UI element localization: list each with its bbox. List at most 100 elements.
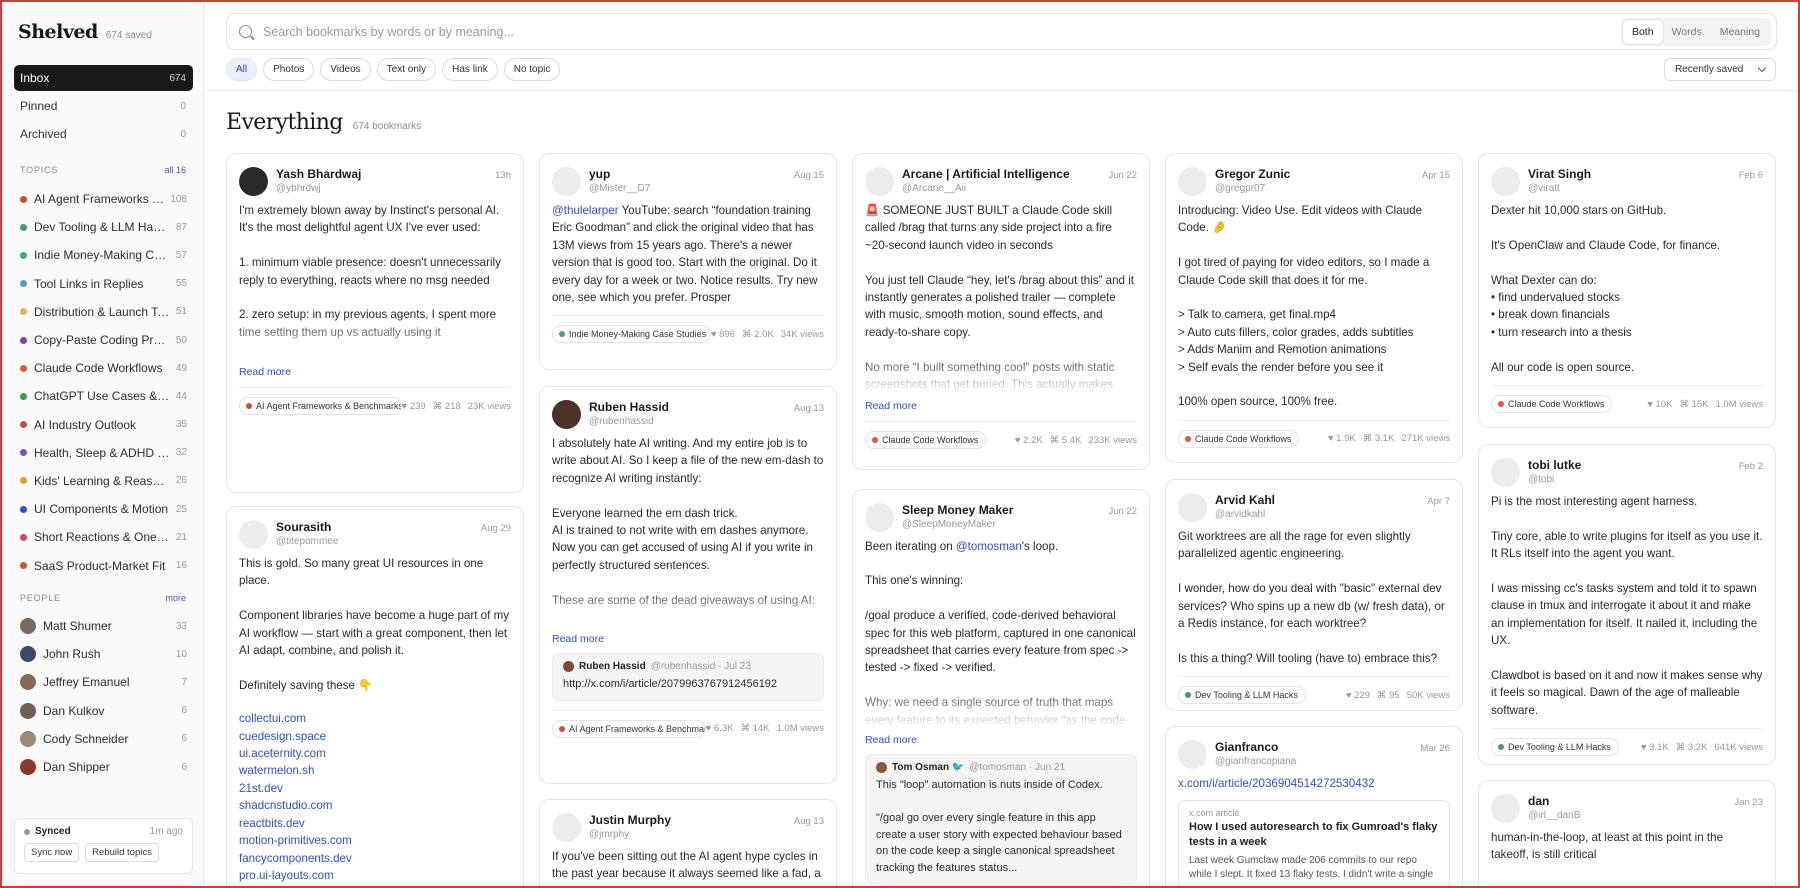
topic-tag[interactable]: Claude Code Workflows — [1491, 395, 1613, 414]
filter-no-topic[interactable]: No topic — [503, 58, 561, 81]
mode-both[interactable]: Both — [1622, 19, 1663, 44]
topic-item[interactable]: Short Reactions & One-Liners 21 — [14, 523, 193, 551]
read-more-link[interactable]: Read more — [865, 400, 1137, 412]
author-name[interactable]: Sleep Money Maker — [902, 503, 1108, 518]
topic-tag[interactable]: Indie Money-Making Case Studies — [552, 325, 711, 344]
topic-tag-label: Indie Money-Making Case Studies — [569, 329, 707, 340]
bookmark-card[interactable]: Gregor Zunic @gregpr07 Apr 15 Introducing… — [1165, 153, 1463, 463]
topic-item[interactable]: AI Industry Outlook 35 — [14, 411, 193, 439]
topic-item[interactable]: Dev Tooling & LLM Hacks 87 — [14, 213, 193, 241]
nav-item-archived[interactable]: Archived 0 — [14, 121, 193, 147]
topic-item[interactable]: UI Components & Motion 25 — [14, 495, 193, 523]
mode-meaning[interactable]: Meaning — [1711, 20, 1769, 44]
topic-item[interactable]: Indie Money-Making Case Studies 57 — [14, 241, 193, 269]
author-handle: @arvidkahl — [1215, 509, 1266, 520]
resource-link[interactable]: fancycomponents.dev — [239, 850, 511, 867]
topic-item[interactable]: ChatGPT Use Cases & Setups 44 — [14, 382, 193, 410]
author-name[interactable]: Arcane | Artificial Intelligence — [902, 167, 1108, 182]
topic-item[interactable]: Health, Sleep & ADHD Hacks 32 — [14, 439, 193, 467]
topic-tag[interactable]: Claude Code Workflows — [1178, 429, 1300, 448]
author-name[interactable]: yup — [589, 167, 794, 182]
filter-text-only[interactable]: Text only — [376, 58, 437, 81]
bookmark-card[interactable]: Justin Murphy @jmrphy Aug 13 If you've be… — [539, 799, 837, 888]
author-handle: @jmrphy — [589, 829, 630, 840]
nav-item-inbox[interactable]: Inbox 674 — [14, 65, 193, 91]
resource-link[interactable]: watermelon.sh — [239, 762, 511, 779]
author-name[interactable]: Justin Murphy — [589, 813, 794, 828]
author-name[interactable]: Ruben Hassid — [589, 400, 794, 415]
filter-has-link[interactable]: Has link — [442, 58, 498, 81]
resource-link[interactable]: pro.ui-layouts.com — [239, 867, 511, 884]
person-item[interactable]: Jeffrey Emanuel 7 — [14, 668, 193, 696]
bookmark-card[interactable]: Yash Bhardwaj @ybhrdwj 13h I'm extremely … — [226, 153, 524, 493]
avatar — [20, 674, 36, 691]
post-date: 13h — [495, 170, 511, 181]
author-name[interactable]: Gregor Zunic — [1215, 167, 1422, 182]
quoted-post[interactable]: Ruben Hassid @rubenhassid · Jul 23 http:/… — [552, 653, 824, 701]
author-name[interactable]: Sourasith — [276, 520, 481, 535]
article-link[interactable]: x.com/i/article/2036904514272530432 — [1178, 777, 1375, 790]
topic-item[interactable]: Copy-Paste Coding Prompts 50 — [14, 326, 193, 354]
read-more-link[interactable]: Read more — [552, 633, 824, 645]
mode-words[interactable]: Words — [1663, 20, 1711, 44]
bookmark-card[interactable]: Ruben Hassid @rubenhassid Aug 13 I absolu… — [539, 386, 837, 784]
bookmark-card[interactable]: yup @Mister__D7 Aug 15 @thulelarper YouTu… — [539, 153, 837, 370]
person-item[interactable]: Dan Kulkov 6 — [14, 697, 193, 725]
read-more-link[interactable]: Read more — [865, 734, 1137, 746]
bookmark-card[interactable]: Virat Singh @viratt Feb 6 Dexter hit 10,0… — [1478, 153, 1776, 428]
filter-all[interactable]: All — [226, 58, 258, 81]
nav-item-pinned[interactable]: Pinned 0 — [14, 93, 193, 119]
mention-link[interactable]: @thulelarper — [552, 204, 619, 217]
app-name[interactable]: Shelved — [18, 21, 98, 43]
resource-link[interactable]: motion-primitives.com — [239, 832, 511, 849]
sort-select[interactable]: Recently saved — [1664, 58, 1776, 81]
sync-now-button[interactable]: Sync now — [24, 843, 80, 862]
topic-tag[interactable]: AI Agent Frameworks & Benchmarks — [239, 397, 402, 415]
topic-tag[interactable]: Dev Tooling & LLM Hacks — [1491, 738, 1619, 757]
resource-link[interactable]: shadcnstudio.com — [239, 797, 511, 814]
author-name[interactable]: tobi lutke — [1528, 458, 1739, 473]
bookmark-card[interactable]: Arcane | Artificial Intelligence @Arcane_… — [852, 153, 1150, 470]
resource-link[interactable]: reactbits.dev — [239, 815, 511, 832]
author-name[interactable]: Yash Bhardwaj — [276, 167, 495, 182]
bookmark-card[interactable]: dan @irl__danB Jan 23 human-in-the-loop, … — [1478, 780, 1776, 888]
resource-link[interactable]: cuedesign.space — [239, 728, 511, 745]
people-more-link[interactable]: more — [165, 593, 186, 603]
topic-tag[interactable]: Claude Code Workflows — [865, 431, 987, 449]
person-item[interactable]: Matt Shumer 33 — [14, 612, 193, 640]
person-item[interactable]: Dan Shipper 6 — [14, 753, 193, 781]
resource-link[interactable]: ui.aceternity.com — [239, 745, 511, 762]
filter-videos[interactable]: Videos — [320, 58, 371, 81]
author-name[interactable]: Gianfranco — [1215, 740, 1420, 755]
read-more-link[interactable]: Read more — [239, 366, 511, 378]
resource-link[interactable]: collectui.com — [239, 710, 511, 727]
topic-item[interactable]: SaaS Product-Market Fit 16 — [14, 551, 193, 579]
author-name[interactable]: dan — [1528, 794, 1734, 809]
topic-item[interactable]: Claude Code Workflows 49 — [14, 354, 193, 382]
article-preview[interactable]: x.com article How I used autoresearch to… — [1178, 800, 1450, 888]
bookmark-card[interactable]: Sourasith @titepommee Aug 29 This is gold… — [226, 506, 524, 888]
filter-photos[interactable]: Photos — [263, 58, 315, 81]
topic-tag[interactable]: Dev Tooling & LLM Hacks — [1178, 686, 1306, 705]
topics-all-link[interactable]: all 16 — [164, 165, 186, 175]
search-input[interactable]: Search bookmarks by words or by meaning.… — [263, 25, 1621, 39]
bookmark-card[interactable]: Arvid Kahl @arvidkahl Apr 7 Git worktrees… — [1165, 479, 1463, 711]
bookmark-card[interactable]: Gianfranco @gianfrancopiana Mar 26 x.com/… — [1165, 726, 1463, 888]
author-name[interactable]: Virat Singh — [1528, 167, 1739, 182]
topic-item[interactable]: Kids' Learning & Reasoning 26 — [14, 467, 193, 495]
brand: Shelved 674 saved — [18, 21, 152, 43]
topic-item[interactable]: AI Agent Frameworks & Benchmarks 108 — [14, 185, 193, 213]
mention-link[interactable]: @tomosman — [956, 540, 1022, 553]
author-name[interactable]: Arvid Kahl — [1215, 493, 1427, 508]
person-item[interactable]: Cody Schneider 6 — [14, 725, 193, 753]
quoted-post[interactable]: Tom Osman 🐦 @tomosman · Jun 21 This "loop… — [865, 754, 1137, 885]
person-item[interactable]: John Rush 10 — [14, 640, 193, 668]
bookmark-card[interactable]: Sleep Money Maker @SleepMoneyMaker Jun 22… — [852, 489, 1150, 888]
topic-item[interactable]: Distribution & Launch Tactics 51 — [14, 298, 193, 326]
topic-tag[interactable]: AI Agent Frameworks & Benchmarks — [552, 719, 706, 738]
topic-item[interactable]: Tool Links in Replies 55 — [14, 270, 193, 298]
avatar — [876, 762, 887, 774]
resource-link[interactable]: 21st.dev — [239, 780, 511, 797]
rebuild-topics-button[interactable]: Rebuild topics — [85, 843, 159, 862]
bookmark-card[interactable]: tobi lutke @tobi Feb 2 Pi is the most int… — [1478, 444, 1776, 765]
